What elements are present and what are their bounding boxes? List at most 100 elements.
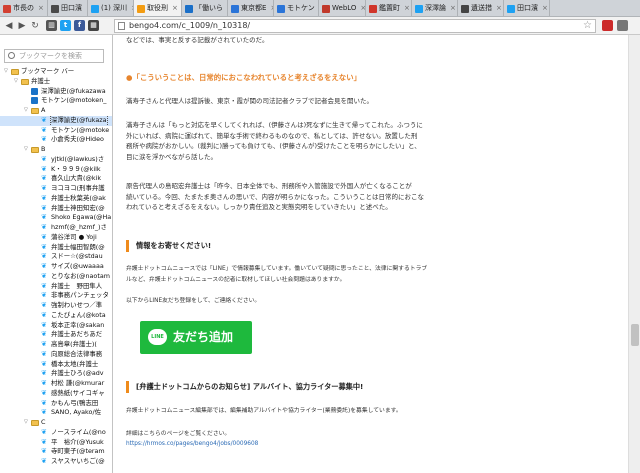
tab[interactable]: 鑑置町 × xyxy=(366,0,412,16)
bookmark-label: モトケン(@motoke xyxy=(51,125,110,134)
tab-favicon-icon xyxy=(507,4,515,13)
expand-toggle-icon[interactable]: ▽ xyxy=(24,418,28,428)
bookmark-item[interactable]: ❦ 非事務パンチェッタ xyxy=(0,291,112,301)
bookmark-folder[interactable]: ▽ B xyxy=(0,145,112,155)
tab[interactable]: 遺送措 × xyxy=(458,0,504,16)
bookmark-item[interactable]: 深澤諭史(@fukazawa xyxy=(0,86,112,97)
bookmark-item[interactable]: ❦ 寺町東子(@teram xyxy=(0,447,112,457)
scrollbar[interactable] xyxy=(628,35,640,473)
scrollbar-thumb[interactable] xyxy=(631,324,639,346)
paragraph: などでは、事実と反する記載がされていたのだ。 xyxy=(126,36,269,44)
back-button[interactable]: ◀ xyxy=(3,20,15,32)
bookmark-search-input[interactable]: ブックマークを検索 xyxy=(4,49,104,63)
extension-icon[interactable] xyxy=(602,20,613,31)
bookmark-item[interactable]: ❦ こたぴょん(@kota xyxy=(0,310,112,321)
tab-close-icon[interactable]: × xyxy=(38,0,44,16)
tab-favicon-icon xyxy=(277,4,285,13)
facebook-icon[interactable]: f xyxy=(74,20,85,31)
tab[interactable]: 東京都E× xyxy=(228,0,274,16)
tab-close-icon[interactable]: × xyxy=(404,0,410,16)
bookmark-label: とりなお(@naotam xyxy=(51,271,110,280)
bookmark-item[interactable]: ❦ 弁護士あだちあだ xyxy=(0,330,112,340)
page-content: などでは、事実と反する記載がされていたのだ。 ●「こういうことは、日常的におこな… xyxy=(114,35,628,473)
bookmark-label: ヨコヨコ(刑事弁護 xyxy=(51,184,105,192)
bookmark-item[interactable]: ❦ ヨコヨコ(刑事弁護 xyxy=(0,184,112,194)
tab[interactable]: 田口濱× xyxy=(48,0,88,16)
tab[interactable]: (1) 深川× xyxy=(88,0,134,16)
tab-label: 市長の xyxy=(13,4,34,12)
bookmark-item[interactable]: ❦ hzmf(@_hzmf_)さ xyxy=(0,223,112,233)
bookmark-item[interactable]: ❦ サイズ(@uwaaaa xyxy=(0,262,112,272)
app-icon[interactable]: ▦ xyxy=(88,20,99,31)
bookmark-item[interactable]: ❦ 弁護士 野田隼人 xyxy=(0,282,112,292)
bookmark-item[interactable]: ❦ 平 裕介(@Yusuk xyxy=(0,438,112,448)
tab[interactable]: WebLO × xyxy=(319,0,366,16)
bookmark-item[interactable]: ❦ 喜久山大貴(@kik xyxy=(0,174,112,184)
bookmark-item[interactable]: ❦ スドー☆(@stdau xyxy=(0,252,112,262)
bookmark-item[interactable]: ❦ かもん弓(鴨志田 xyxy=(0,399,112,409)
bookmark-item[interactable]: ❦ 村松 謙(@kmurar xyxy=(0,379,112,389)
bookmark-folder[interactable]: ▽ C xyxy=(0,418,112,428)
bookmark-item[interactable]: ❦ 橋本太地(弁護士 xyxy=(0,360,112,370)
toolbar: ◀ ▶ ↻ ▥ t f ▦ bengo4.com/c_1009/n_10318/… xyxy=(0,17,640,35)
tab-close-icon[interactable]: × xyxy=(542,0,548,16)
bookmark-item[interactable]: モトケン(@motoken_ xyxy=(0,96,112,106)
bookmark-folder[interactable]: ▽ ブックマーク バー xyxy=(0,67,112,77)
expand-toggle-icon[interactable]: ▽ xyxy=(24,106,28,116)
reload-button[interactable]: ↻ xyxy=(29,20,41,32)
bookmark-item[interactable]: ❦ K・９９９(@kilk xyxy=(0,165,112,175)
tab[interactable]: 取役刑 × xyxy=(134,0,182,16)
bookmark-label: こたぴょん(@kota xyxy=(51,310,106,319)
tab[interactable]: 田口濱× xyxy=(504,0,550,16)
bookmark-item[interactable]: ❦ スヤスヤいちご(@ xyxy=(0,457,112,467)
star-icon[interactable]: ☆ xyxy=(583,20,592,32)
expand-toggle-icon[interactable]: ▽ xyxy=(14,77,18,87)
twitter-bird-icon: ❦ xyxy=(41,223,47,231)
expand-toggle-icon[interactable]: ▽ xyxy=(4,67,8,77)
bookmark-icon[interactable]: ▥ xyxy=(46,20,57,31)
twitter-bird-icon: ❦ xyxy=(41,154,47,163)
tab-close-icon[interactable]: × xyxy=(172,0,178,16)
bookmark-item[interactable]: ❦ 小倉秀夫(@Hideo xyxy=(0,135,112,145)
bookmark-item[interactable]: ❦ 坂本正幸(@sakan xyxy=(0,321,112,331)
twitter-bird-icon: ❦ xyxy=(41,242,47,251)
bookmark-item[interactable]: ❦ 弁護士秋葉英(@ak xyxy=(0,194,112,204)
bookmark-item[interactable]: ❦ 感熱紙(サイコギャ xyxy=(0,389,112,399)
bookmark-folder[interactable]: ▽ 弁護士 xyxy=(0,77,112,87)
address-bar[interactable]: bengo4.com/c_1009/n_10318/ ☆ xyxy=(114,19,596,33)
line-add-friend-button[interactable]: LINE 友だち追加 xyxy=(140,321,252,354)
tab-close-icon[interactable]: × xyxy=(496,0,502,16)
bookmark-item[interactable]: ❦ 強制わいせつ／準 xyxy=(0,301,112,311)
menu-icon[interactable] xyxy=(617,20,628,31)
search-placeholder: ブックマークを検索 xyxy=(19,52,82,60)
expand-toggle-icon[interactable]: ▽ xyxy=(24,145,28,155)
bookmark-item[interactable]: ❦ ノースライム(@no xyxy=(0,428,112,438)
forward-button[interactable]: ▶ xyxy=(16,20,28,32)
bookmark-item[interactable]: ❦ 蒲谷洋司 ● Yoji xyxy=(0,233,112,243)
tab[interactable]: モトケン× xyxy=(274,0,319,16)
bookmark-label: 喜久山大貴(@kik xyxy=(51,174,102,183)
bookmark-item[interactable]: ❦ yjtkl(@lawkus)さ xyxy=(0,154,112,165)
bookmark-label: 強制わいせつ／準 xyxy=(51,301,103,309)
bookmark-item[interactable]: ❦ 弁護士ひろ(@adv xyxy=(0,369,112,379)
twitter-icon[interactable]: t xyxy=(60,20,71,31)
bookmark-label: 寺町東子(@teram xyxy=(51,447,105,456)
bookmark-label: 小倉秀夫(@Hideo xyxy=(51,135,104,144)
bookmark-item[interactable]: ❦ 深澤諭史(@fukaza xyxy=(0,115,112,126)
bookmark-item[interactable]: ❦ SANO, Ayako/佐 xyxy=(0,408,112,418)
tab[interactable]: 「働いら× xyxy=(182,0,228,16)
bookmark-item[interactable]: ❦ 弁護士幅田智朗(@ xyxy=(0,242,112,253)
bookmark-item[interactable]: ❦ モトケン(@motoke xyxy=(0,125,112,136)
bookmark-item[interactable]: ❦ 弁護士神田知宏(@ xyxy=(0,204,112,214)
twitter-bird-icon: ❦ xyxy=(41,184,47,192)
bookmark-item[interactable]: ❦ Shoko Egawa(@Ha xyxy=(0,213,112,223)
tab[interactable]: 市長の × xyxy=(0,0,48,16)
bookmark-item[interactable]: ❦ 向原総合法律事務 xyxy=(0,350,112,360)
tab[interactable]: 深澤論 × xyxy=(412,0,458,16)
bookmark-folder[interactable]: ▽ A xyxy=(0,106,112,116)
bookmark-label: 深澤諭史(@fukazawa xyxy=(41,86,106,95)
bookmark-item[interactable]: ❦ とりなお(@naotam xyxy=(0,271,112,282)
writer-link[interactable]: https://hrmos.co/pages/bengo4/jobs/00096… xyxy=(126,439,258,450)
tab-close-icon[interactable]: × xyxy=(450,0,456,16)
bookmark-item[interactable]: ❦ 高島章(弁護士)( xyxy=(0,340,112,350)
